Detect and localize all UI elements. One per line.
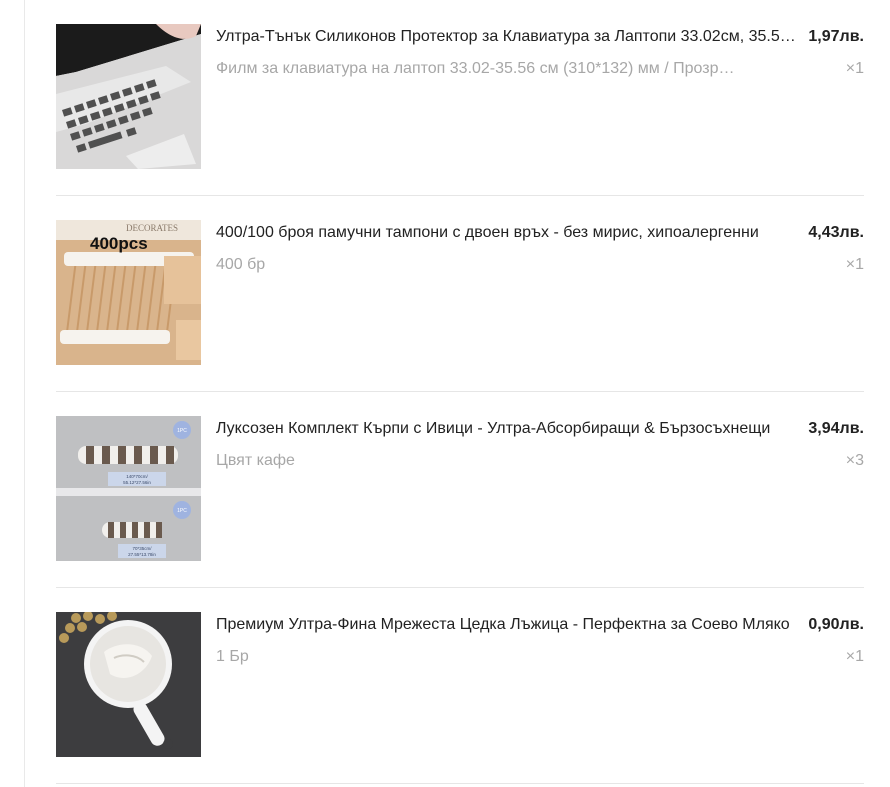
item-price: 4,43лв. — [808, 224, 864, 241]
cotton-swabs-icon: DECORATES 400pcs — [56, 220, 201, 365]
order-item[interactable]: Ултра-Тънък Силиконов Протектор за Клави… — [56, 0, 864, 196]
item-title[interactable]: Луксозен Комплект Кърпи с Ивици - Ултра-… — [216, 418, 804, 440]
towel-size-label: 55.12*27.56in — [123, 480, 151, 485]
item-quantity: ×3 — [845, 452, 864, 469]
laptop-keyboard-icon — [56, 24, 201, 169]
quantity-badge: 1PC — [177, 428, 187, 434]
item-quantity: ×1 — [845, 648, 864, 665]
striped-towels-icon: 140*70cm/ 55.12*27.56in 1PC 70*35cm/ 27.… — [56, 416, 201, 561]
item-title[interactable]: Ултра-Тънък Силиконов Протектор за Клави… — [216, 26, 804, 48]
item-variant: 400 бр — [216, 256, 266, 273]
order-item[interactable]: 140*70cm/ 55.12*27.56in 1PC 70*35cm/ 27.… — [56, 392, 864, 588]
towel-size-label: 27.55*13.78in — [128, 552, 156, 557]
item-variant: Цвят кафе — [216, 452, 295, 469]
item-quantity: ×1 — [845, 256, 864, 273]
towel-size-label: 70*35cm/ — [132, 546, 152, 551]
item-variant: 1 Бр — [216, 648, 249, 665]
item-title[interactable]: Премиум Ултра-Фина Мрежеста Цедка Лъжица… — [216, 614, 804, 636]
order-items-list: Ултра-Тънък Силиконов Протектор за Клави… — [56, 0, 864, 784]
order-item[interactable]: DECORATES 400pcs 400/100 броя памучни та… — [56, 196, 864, 392]
towel-size-label: 140*70cm/ — [126, 474, 148, 479]
background-print-text: DECORATES — [126, 223, 178, 233]
item-price: 1,97лв. — [808, 28, 864, 45]
mesh-strainer-image[interactable] — [56, 612, 201, 757]
cotton-swabs-image[interactable]: DECORATES 400pcs — [56, 220, 201, 365]
left-divider — [24, 0, 25, 787]
item-quantity: ×1 — [845, 60, 864, 77]
item-title[interactable]: 400/100 броя памучни тампони с двоен връ… — [216, 222, 804, 244]
order-item[interactable]: Премиум Ултра-Фина Мрежеста Цедка Лъжица… — [56, 588, 864, 784]
item-variant: Филм за клавиатура на лаптоп 33.02-35.56… — [216, 60, 736, 77]
quantity-badge: 1PC — [177, 508, 187, 514]
striped-towels-image[interactable]: 140*70cm/ 55.12*27.56in 1PC 70*35cm/ 27.… — [56, 416, 201, 561]
image-overlay-text: 400pcs — [90, 234, 148, 253]
laptop-keyboard-image[interactable] — [56, 24, 201, 169]
mesh-strainer-icon — [56, 612, 201, 757]
item-price: 0,90лв. — [808, 616, 864, 633]
item-price: 3,94лв. — [808, 420, 864, 437]
